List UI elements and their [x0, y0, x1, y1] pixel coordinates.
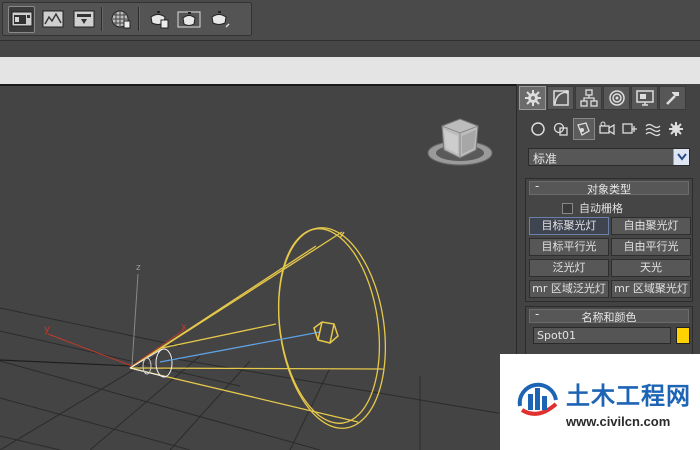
object-color-swatch[interactable]: [676, 327, 690, 344]
render-production-icon[interactable]: [70, 6, 97, 33]
create-category-row: [527, 118, 687, 140]
toolbar-separator: [101, 7, 103, 31]
site-watermark: 土木工程网 www.civilcn.com: [500, 354, 700, 450]
lights-icon[interactable]: [573, 118, 595, 140]
z-axis-label: z: [136, 263, 141, 273]
name-color-rollout: - 名称和颜色 Spot01: [525, 306, 693, 356]
render-toolbar-group: [2, 2, 252, 36]
display-tab-icon[interactable]: [631, 86, 658, 110]
systems-icon[interactable]: [665, 118, 687, 140]
y-axis-line: [47, 333, 133, 367]
main-toolbar: [0, 0, 700, 41]
auto-grid-option[interactable]: 自动栅格: [562, 200, 623, 216]
toolbar-strip: [0, 41, 700, 57]
home-grid: [0, 307, 516, 450]
dropdown-value: 标准: [533, 152, 558, 166]
perspective-viewport[interactable]: z y x: [0, 86, 516, 450]
utilities-tab-icon[interactable]: [659, 86, 686, 110]
rendered-frame-window-icon[interactable]: [39, 6, 66, 33]
cameras-icon[interactable]: [596, 118, 618, 140]
skylight-button[interactable]: 天光: [611, 259, 691, 277]
axis-tripod: z y x: [44, 263, 187, 367]
command-panel-tabs: [519, 86, 686, 110]
auto-grid-checkbox[interactable]: [562, 202, 573, 214]
helpers-icon[interactable]: [619, 118, 641, 140]
render-environment-icon[interactable]: [144, 6, 171, 33]
shapes-icon[interactable]: [550, 118, 572, 140]
teapot-render-icon[interactable]: [175, 6, 202, 33]
material-editor-icon[interactable]: [107, 6, 134, 33]
viewcube[interactable]: [427, 118, 493, 166]
chevron-down-icon[interactable]: [673, 149, 689, 165]
teapot-iterative-icon[interactable]: [206, 6, 233, 33]
watermark-url: www.civilcn.com: [566, 414, 671, 429]
create-tab-icon[interactable]: [519, 86, 546, 110]
toolbar-separator: [138, 7, 140, 31]
target-line: [159, 331, 321, 363]
viewport-scene: z y x: [0, 118, 516, 450]
target-direct-button[interactable]: 目标平行光: [529, 238, 609, 256]
watermark-title: 土木工程网: [566, 382, 691, 410]
ribbon-strip: [0, 57, 700, 86]
object-type-header[interactable]: - 对象类型: [529, 179, 689, 196]
civilcn-logo-icon: [517, 382, 558, 416]
auto-grid-label: 自动栅格: [579, 202, 623, 215]
x-axis-line: [131, 329, 185, 367]
spotlight-cone: [129, 227, 387, 429]
grid-center-line: [0, 359, 133, 367]
z-axis-line: [131, 273, 139, 367]
object-type-title: 对象类型: [587, 183, 631, 196]
mr-area-omni-button[interactable]: mr 区域泛光灯: [529, 280, 609, 298]
name-color-title: 名称和颜色: [581, 311, 637, 324]
free-spot-button[interactable]: 自由聚光灯: [611, 217, 691, 235]
free-direct-button[interactable]: 自由平行光: [611, 238, 691, 256]
object-type-rollout: - 对象类型 自动栅格 目标聚光灯 自由聚光灯 目标平行光 自由平行光 泛光灯 …: [525, 178, 693, 302]
hierarchy-tab-icon[interactable]: [575, 86, 602, 110]
space-warps-icon[interactable]: [642, 118, 664, 140]
target-spot-button[interactable]: 目标聚光灯: [529, 217, 609, 235]
mr-area-spot-button[interactable]: mr 区域聚光灯: [611, 280, 691, 298]
y-axis-label: y: [44, 324, 50, 335]
motion-tab-icon[interactable]: [603, 86, 630, 110]
geometry-icon[interactable]: [527, 118, 549, 140]
omni-button[interactable]: 泛光灯: [529, 259, 609, 277]
render-setup-icon[interactable]: [8, 5, 35, 33]
object-name-field[interactable]: Spot01: [533, 327, 671, 344]
name-color-header[interactable]: - 名称和颜色: [529, 307, 689, 324]
modify-tab-icon[interactable]: [547, 86, 574, 110]
light-type-dropdown[interactable]: 标准: [528, 148, 690, 166]
